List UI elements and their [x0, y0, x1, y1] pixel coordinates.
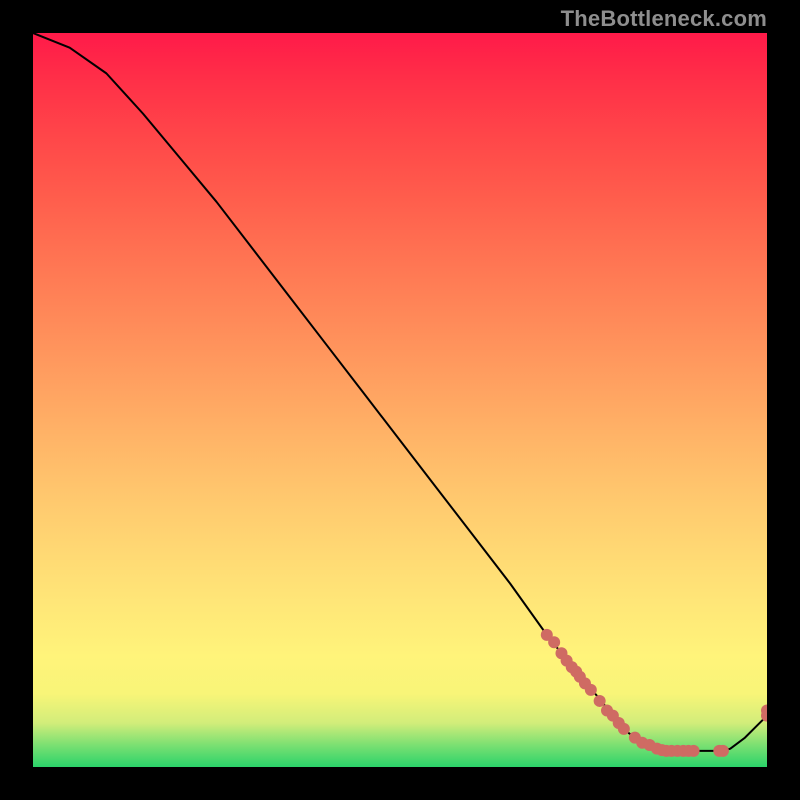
highlight-dot [688, 745, 700, 757]
highlight-dot [594, 695, 606, 707]
bottleneck-curve [33, 33, 767, 751]
highlight-dot [618, 723, 630, 735]
highlight-dot [548, 636, 560, 648]
highlight-dots [541, 629, 767, 757]
highlight-dot [585, 684, 597, 696]
highlight-dot [717, 745, 729, 757]
bottleneck-plot [33, 33, 767, 767]
watermark-text: TheBottleneck.com [561, 6, 767, 32]
curve-layer [33, 33, 767, 767]
